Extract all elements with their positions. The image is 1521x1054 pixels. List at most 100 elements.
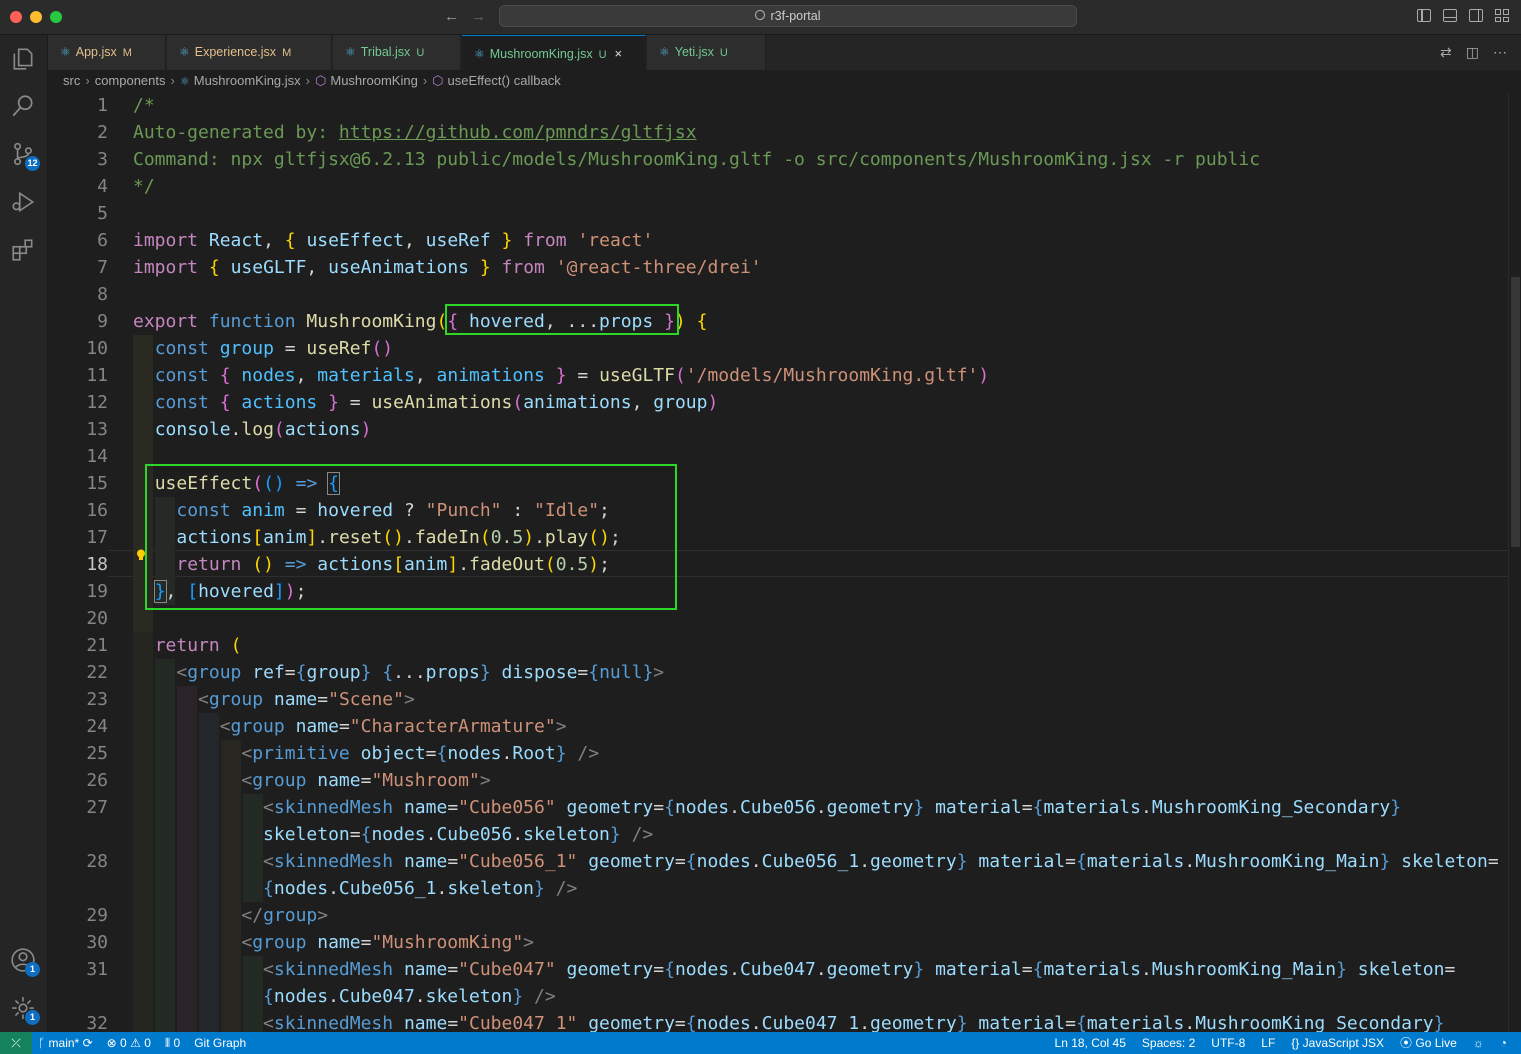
cursor-position[interactable]: Ln 18, Col 45 [1055, 1032, 1126, 1054]
sync-icon[interactable]: ⟳ [83, 1036, 93, 1050]
code-line-29: </group> [241, 905, 329, 926]
breadcrumb-components[interactable]: components [95, 73, 166, 88]
tab-mushroomking-jsx[interactable]: ⚛ MushroomKing.jsx U × [462, 35, 646, 70]
line-number: 8 [97, 284, 108, 305]
chevron-right-icon: › [305, 73, 311, 88]
open-changes-icon[interactable]: ⇄ [1440, 44, 1452, 61]
breadcrumb-src[interactable]: src [63, 73, 80, 88]
line-number: 20 [86, 608, 108, 629]
forward-arrow-icon[interactable]: → [471, 8, 486, 25]
line-number: 14 [86, 446, 108, 467]
toggle-secondary-sidebar-icon[interactable] [1469, 9, 1483, 22]
line-number: 27 [86, 797, 108, 818]
customize-layout-icon[interactable] [1495, 9, 1509, 22]
git-branch-icon: ᚴ [38, 1036, 49, 1050]
gltfjsx-link[interactable]: https://github.com/pmndrs/gltfjsx [339, 122, 697, 143]
chevron-right-icon: › [422, 73, 428, 88]
more-actions-icon[interactable]: ⋯ [1493, 44, 1507, 61]
search-icon[interactable] [10, 93, 36, 119]
indentation[interactable]: Spaces: 2 [1142, 1032, 1195, 1054]
toggle-primary-sidebar-icon[interactable] [1417, 9, 1431, 22]
line-number: 26 [86, 770, 108, 791]
code-line-12: const { actions } = useAnimations(animat… [154, 392, 719, 413]
accounts-icon[interactable]: 1 [10, 947, 40, 977]
code-line-21: return ( [154, 635, 242, 656]
code-line-31: <skinnedMesh name="Cube047" geometry={no… [263, 959, 1456, 980]
close-window-button[interactable] [10, 11, 22, 23]
line-number: 5 [97, 203, 108, 224]
explorer-icon[interactable] [10, 46, 36, 72]
remote-indicator-icon[interactable]: ⤫ [0, 1032, 32, 1054]
back-arrow-icon[interactable]: ← [444, 8, 459, 25]
line-number: 24 [86, 716, 108, 737]
breadcrumb-symbol[interactable]: MushroomKing [330, 73, 417, 88]
toggle-panel-icon[interactable] [1443, 9, 1457, 22]
notifications-bell-icon[interactable]: ◔ [1500, 1032, 1507, 1054]
ports-indicator[interactable]: ⦀ 0 [165, 1032, 180, 1054]
broadcast-icon: ⦀ [164, 1036, 171, 1050]
code-editor[interactable]: 1 2 3 4 5 6 7 8 9 10 11 12 13 14 15 16 1… [48, 92, 1508, 1032]
line-number: 4 [97, 176, 108, 197]
lightbulb-icon[interactable] [136, 549, 146, 561]
source-control-icon[interactable]: 12 [10, 141, 40, 171]
command-center-search[interactable]: r3f-portal [499, 5, 1077, 27]
react-icon: ⚛ [659, 45, 670, 59]
code-line-31-wrap: {nodes.Cube047.skeleton} /> [263, 986, 556, 1007]
problems-indicator[interactable]: ⊗ 0 ⚠ 0 [107, 1032, 151, 1054]
editor-scrollbar[interactable] [1508, 92, 1521, 1032]
line-number: 11 [86, 365, 108, 386]
line-number: 7 [97, 257, 108, 278]
title-bar: ← → r3f-portal [0, 0, 1521, 35]
react-icon: ⚛ [345, 45, 356, 59]
useeffect-highlight-box [145, 464, 677, 610]
warning-icon: ⚠ [130, 1036, 141, 1050]
search-icon [755, 10, 766, 20]
code-line-28-wrap: {nodes.Cube056_1.skeleton} /> [263, 878, 578, 899]
manage-gear-icon[interactable]: 1 [10, 995, 40, 1025]
line-number: 32 [86, 1013, 108, 1032]
code-line-28: <skinnedMesh name="Cube056_1" geometry={… [263, 851, 1499, 872]
props-highlight-box [445, 304, 679, 335]
line-number: 3 [97, 149, 108, 170]
code-line-27-wrap: skeleton={nodes.Cube056.skeleton} /> [263, 824, 654, 845]
react-icon: ⚛ [60, 45, 71, 59]
react-icon: ⚛ [179, 45, 190, 59]
code-line-24: <group name="CharacterArmature"> [219, 716, 567, 737]
go-live-button[interactable]: ⦿ Go Live [1400, 1032, 1457, 1054]
encoding[interactable]: UTF-8 [1211, 1032, 1245, 1054]
chevron-right-icon: › [170, 73, 175, 88]
line-number: 1 [97, 95, 108, 116]
settings-badge: 1 [25, 1010, 40, 1025]
code-line-13: console.log(actions) [154, 419, 372, 440]
tab-yeti-jsx[interactable]: ⚛ Yeti.jsx U [647, 35, 766, 70]
extensions-icon[interactable] [10, 237, 36, 263]
tab-experience-jsx[interactable]: ⚛ Experience.jsx M [167, 35, 332, 70]
end-of-line[interactable]: LF [1261, 1032, 1275, 1054]
branch-indicator[interactable]: ᚴ main* ⟳ [38, 1032, 93, 1054]
scrollbar-thumb[interactable] [1511, 277, 1520, 547]
tab-tribal-jsx[interactable]: ⚛ Tribal.jsx U [333, 35, 461, 70]
line-number: 13 [86, 419, 108, 440]
git-graph-button[interactable]: Git Graph [194, 1032, 246, 1054]
code-line-23: <group name="Scene"> [198, 689, 415, 710]
line-number: 25 [86, 743, 108, 764]
zoom-window-button[interactable] [50, 11, 62, 23]
tab-app-jsx[interactable]: ⚛ App.jsx M [48, 35, 166, 70]
symbol-cube-icon: ⬡ [315, 73, 327, 88]
run-debug-icon[interactable] [10, 189, 36, 215]
line-number: 15 [86, 473, 108, 494]
line-number: 18 [86, 554, 108, 575]
minimize-window-button[interactable] [30, 11, 42, 23]
breadcrumb-callback[interactable]: useEffect() callback [448, 73, 561, 88]
line-number: 28 [86, 851, 108, 872]
code-line-27: <skinnedMesh name="Cube056" geometry={no… [263, 797, 1402, 818]
feedback-icon[interactable]: ☼ [1473, 1032, 1484, 1054]
split-editor-icon[interactable]: ◫ [1466, 44, 1479, 61]
code-line-3: Command: npx gltfjsx@6.2.13 public/model… [133, 149, 1261, 170]
language-mode[interactable]: {} JavaScript JSX [1291, 1032, 1384, 1054]
code-line-1: /* [133, 95, 155, 116]
line-number: 10 [86, 338, 108, 359]
close-tab-icon[interactable]: × [615, 46, 623, 61]
line-number: 19 [86, 581, 108, 602]
breadcrumb-file[interactable]: MushroomKing.jsx [194, 73, 301, 88]
